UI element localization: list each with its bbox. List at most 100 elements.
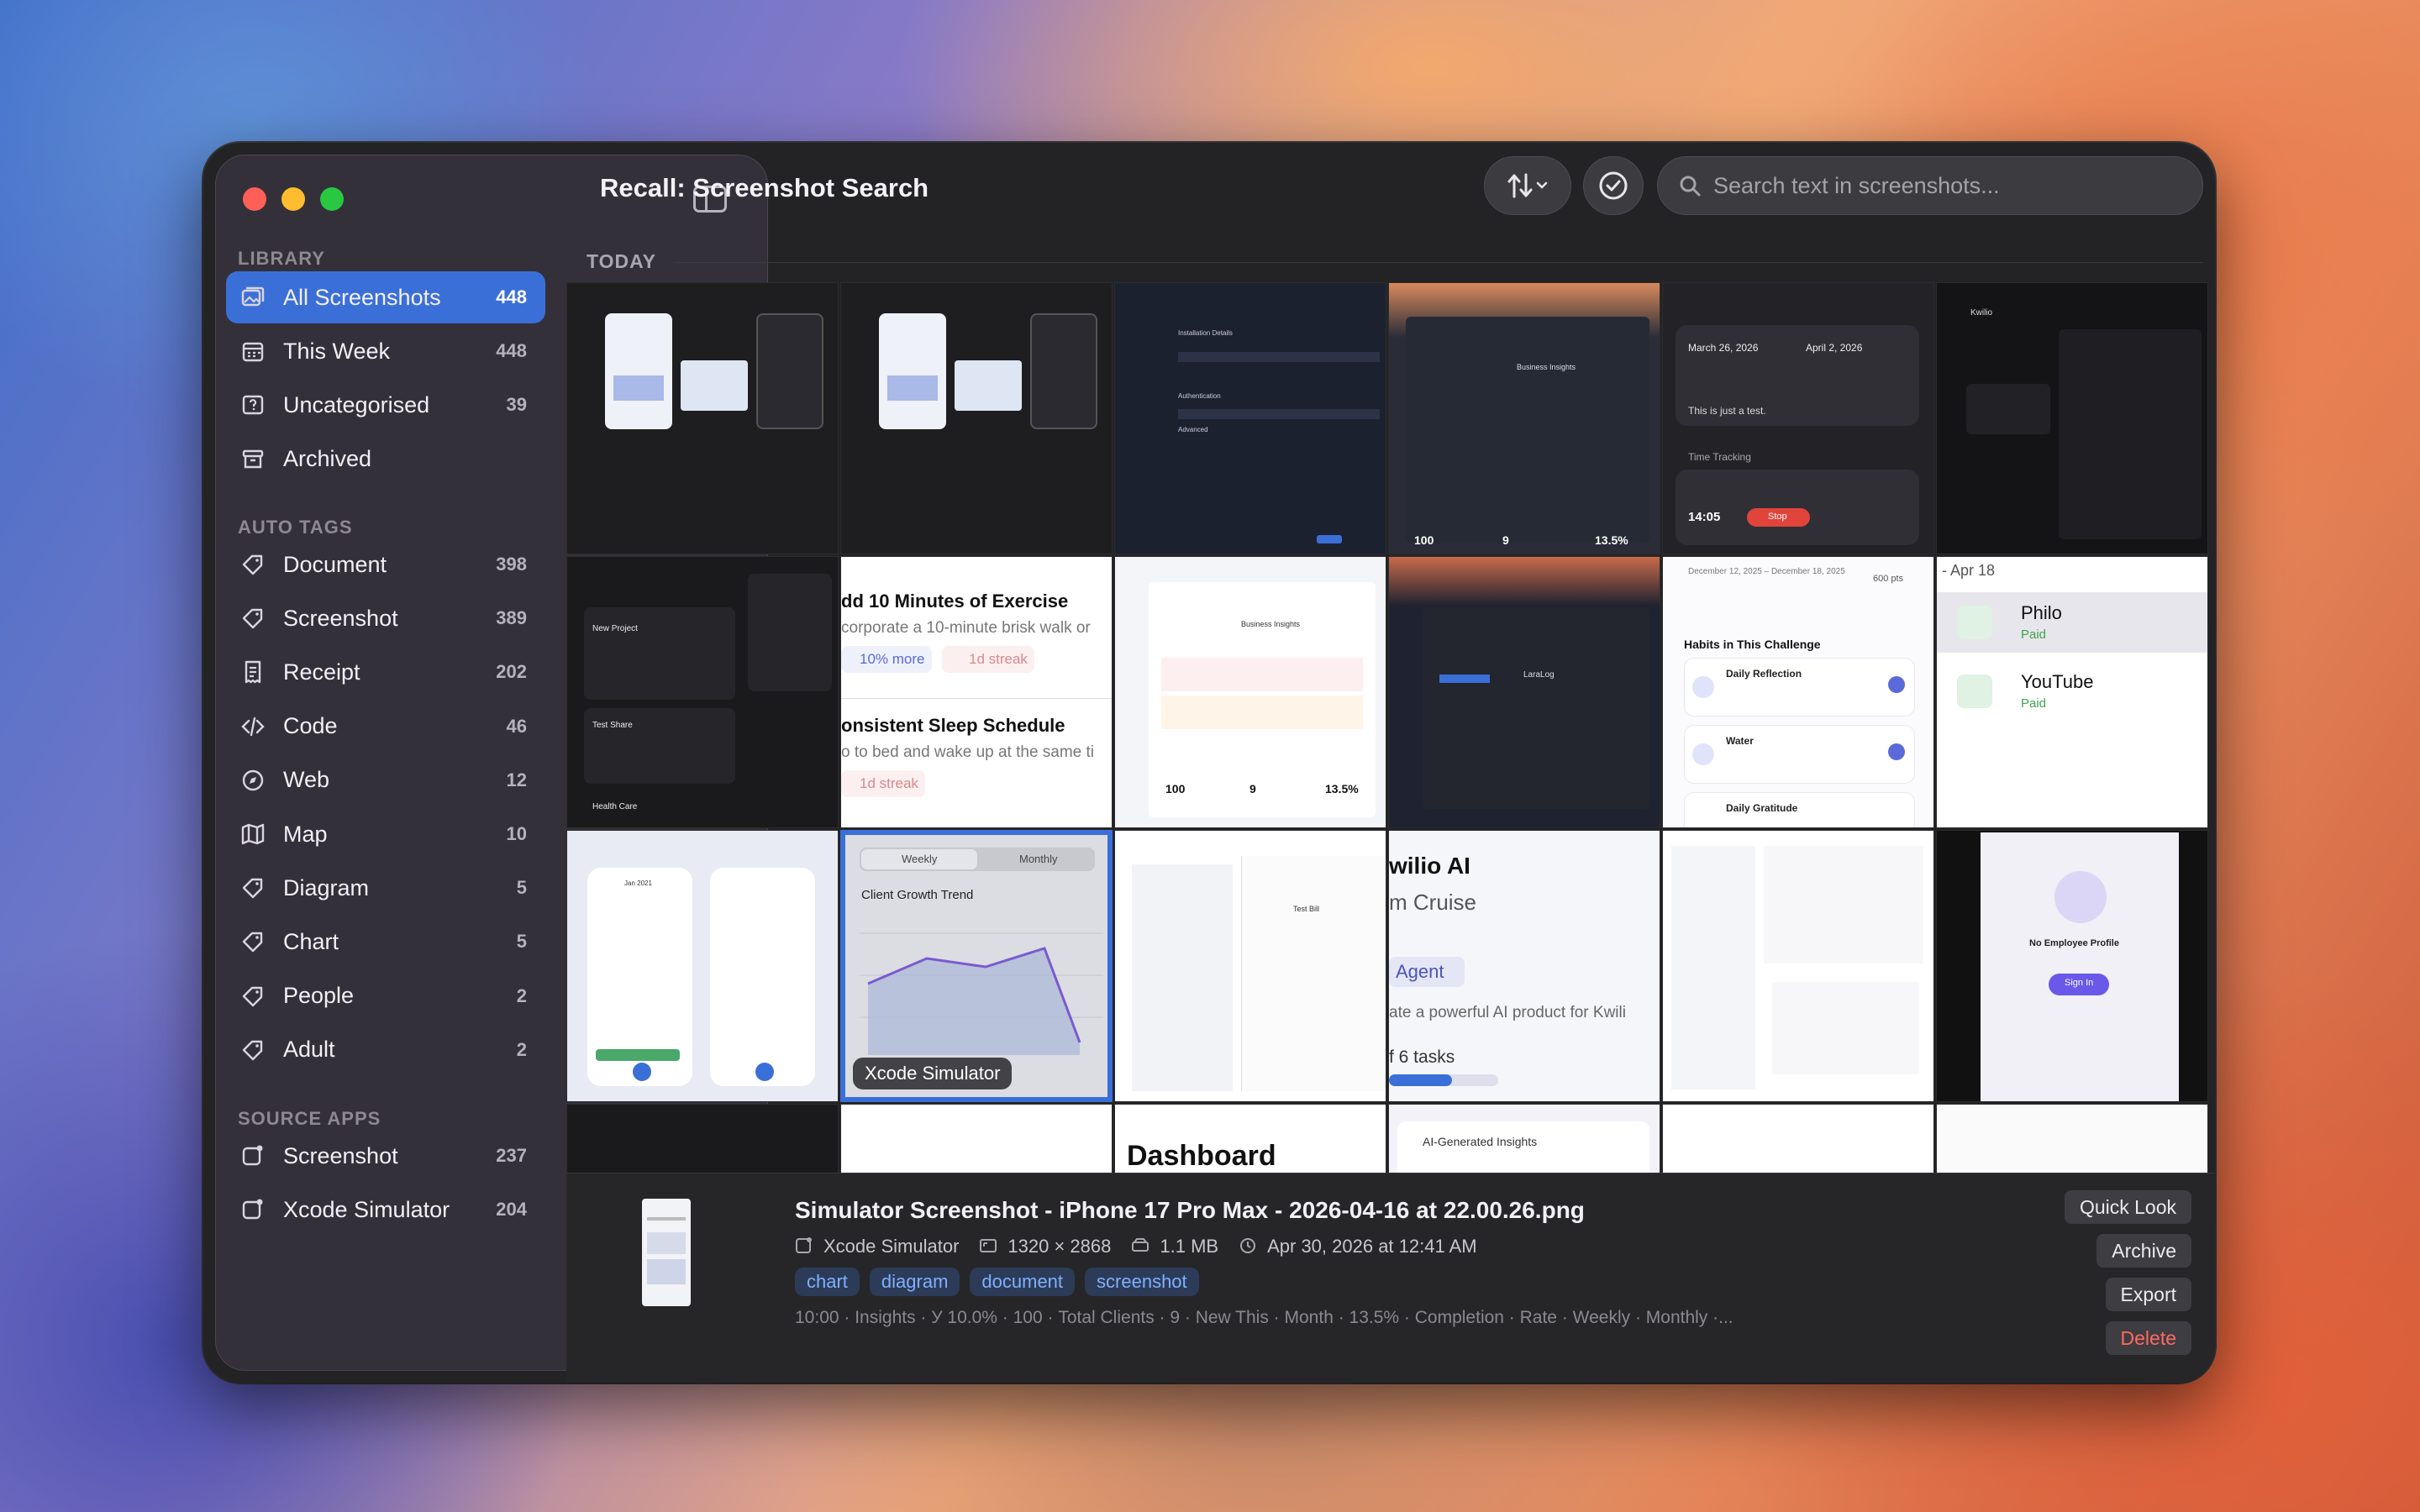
- map-icon: [226, 822, 280, 847]
- sidebar-tag-people[interactable]: People 2: [226, 970, 545, 1022]
- tag-chip[interactable]: diagram: [869, 1268, 960, 1296]
- screenshot-thumbnail[interactable]: [1662, 830, 1934, 1102]
- sidebar-tag-screenshot[interactable]: Screenshot 389: [226, 592, 545, 644]
- sidebar-tag-diagram[interactable]: Diagram 5: [226, 862, 545, 914]
- sidebar-source-xcode-simulator[interactable]: Xcode Simulator 204: [226, 1184, 545, 1236]
- app-icon: [795, 1236, 815, 1257]
- screenshot-thumbnail[interactable]: Jan 2021: [566, 830, 839, 1102]
- screenshot-thumbnail[interactable]: wilio AI m Cruise Agent ate a powerful A…: [1388, 830, 1660, 1102]
- sidebar-tag-web[interactable]: Web 12: [226, 754, 545, 806]
- detail-date: Apr 30, 2026 at 12:41 AM: [1267, 1236, 1477, 1257]
- screenshot-thumbnail[interactable]: No Employee Profile Sign In: [1936, 830, 2208, 1102]
- sidebar-item-count: 398: [496, 554, 527, 575]
- tag-chip[interactable]: document: [970, 1268, 1076, 1296]
- tag-chip[interactable]: chart: [795, 1268, 860, 1296]
- sidebar-item-count: 10: [506, 823, 527, 844]
- sidebar-item-label: Map: [283, 821, 328, 847]
- receipt-icon: [226, 659, 280, 685]
- sidebar-source-screenshot[interactable]: Screenshot 237: [226, 1130, 545, 1182]
- search-icon: [1678, 174, 1702, 197]
- thumb-text: 14:05: [1688, 510, 1721, 524]
- sidebar-item-label: Uncategorised: [283, 391, 430, 417]
- section-label-today: TODAY: [587, 250, 656, 272]
- sidebar-item-this-week[interactable]: This Week 448: [226, 325, 545, 377]
- thumb-text: Paid: [2021, 627, 2047, 642]
- delete-button[interactable]: Delete: [2105, 1321, 2191, 1355]
- thumb-text: AI-Generated Insights: [1423, 1135, 1538, 1148]
- sort-button[interactable]: [1484, 156, 1571, 215]
- screenshot-thumbnail[interactable]: LaraLog: [1388, 556, 1660, 828]
- screenshot-thumbnail[interactable]: - Apr 18 Philo Paid YouTube Paid: [1936, 556, 2208, 828]
- screenshot-thumbnail[interactable]: Installation Details Authentication Adva…: [1114, 282, 1386, 554]
- sidebar-item-count: 39: [506, 394, 527, 416]
- sidebar-item-archived[interactable]: Archived: [226, 433, 545, 486]
- thumb-text: Daily Reflection: [1726, 668, 1802, 680]
- screenshot-thumbnail[interactable]: Business Insights 100 9 13.5%: [1114, 556, 1386, 828]
- sidebar-item-count: 448: [496, 286, 527, 307]
- app-icon: [226, 1143, 280, 1168]
- thumb-text: April 2, 2026: [1806, 342, 1863, 354]
- tag-icon: [226, 606, 280, 631]
- clock-icon: [1239, 1236, 1259, 1257]
- screenshot-thumbnail[interactable]: [566, 282, 839, 554]
- thumb-text: Health Care: [592, 802, 638, 811]
- sidebar-item-all-screenshots[interactable]: All Screenshots 448: [226, 271, 545, 323]
- tag-icon: [226, 984, 280, 1009]
- export-button[interactable]: Export: [2105, 1278, 2191, 1311]
- sidebar-tag-code[interactable]: Code 46: [226, 701, 545, 753]
- thumb-text: 13.5%: [1325, 782, 1359, 795]
- window-controls: [243, 187, 344, 211]
- tag-icon: [226, 929, 280, 954]
- sidebar-tag-receipt[interactable]: Receipt 202: [226, 646, 545, 698]
- sidebar-item-label: Adult: [283, 1037, 335, 1063]
- section-label-auto-tags: AUTO TAGS: [238, 517, 353, 538]
- tag-chip[interactable]: screenshot: [1085, 1268, 1199, 1296]
- screenshot-thumbnail[interactable]: March 26, 2026 April 2, 2026 This is jus…: [1662, 282, 1934, 554]
- thumb-text: YouTube: [2021, 671, 2094, 692]
- screenshot-thumbnail[interactable]: Business Insights 100 9 13.5%: [1388, 282, 1660, 554]
- detail-dimensions: 1320 × 2868: [1007, 1236, 1112, 1257]
- screenshot-thumbnail-selected[interactable]: Weekly Monthly Client Growth Trend Xcode…: [840, 830, 1113, 1102]
- archive-button[interactable]: Archive: [2096, 1234, 2191, 1268]
- screenshot-thumbnail[interactable]: Test Bill: [1114, 830, 1386, 1102]
- thumb-text: Test Share: [592, 721, 633, 730]
- detail-preview-image[interactable]: [642, 1199, 691, 1306]
- select-mode-button[interactable]: [1583, 156, 1644, 215]
- screenshot-thumbnail[interactable]: New Project Test Share Health Care: [566, 556, 839, 828]
- thumb-text: dd 10 Minutes of Exercise: [841, 591, 1069, 612]
- thumb-text: December 12, 2025 – December 18, 2025: [1688, 567, 1845, 576]
- thumb-text: Sign In: [2065, 978, 2094, 988]
- thumb-text: Daily Gratitude: [1726, 802, 1798, 814]
- close-window-button[interactable]: [243, 187, 266, 211]
- quick-look-button[interactable]: Quick Look: [2064, 1190, 2191, 1224]
- app-icon: [226, 1197, 280, 1222]
- tag-icon: [226, 552, 280, 577]
- minimize-window-button[interactable]: [281, 187, 305, 211]
- screenshot-thumbnail[interactable]: Kwilio: [1936, 282, 2208, 554]
- thumb-text: corporate a 10-minute brisk walk or: [841, 619, 1091, 637]
- zoom-window-button[interactable]: [320, 187, 344, 211]
- sidebar-item-uncategorised[interactable]: Uncategorised 39: [226, 379, 545, 431]
- thumb-text: 100: [1414, 533, 1434, 547]
- sidebar-tag-document[interactable]: Document 398: [226, 538, 545, 591]
- app-window: LIBRARY All Screenshots 448 This Week 448 Un…: [203, 143, 2215, 1383]
- detail-filename: Simulator Screenshot - iPhone 17 Pro Max…: [795, 1197, 1585, 1223]
- detail-metadata: Xcode Simulator 1320 × 2868 1.1 MB Apr 3…: [795, 1236, 1477, 1257]
- screenshot-thumbnail[interactable]: [840, 282, 1113, 554]
- screenshot-thumbnail[interactable]: dd 10 Minutes of Exercise corporate a 10…: [840, 556, 1113, 828]
- sidebar-tag-chart[interactable]: Chart 5: [226, 916, 545, 968]
- screenshot-thumbnail[interactable]: December 12, 2025 – December 18, 2025 60…: [1662, 556, 1934, 828]
- sidebar-item-label: This Week: [283, 338, 391, 364]
- thumb-text: onsistent Sleep Schedule: [841, 715, 1065, 736]
- sidebar-tag-map[interactable]: Map 10: [226, 808, 545, 860]
- sidebar-item-count: 2: [516, 984, 527, 1006]
- tag-icon: [226, 875, 280, 900]
- search-field[interactable]: [1657, 156, 2203, 215]
- dimensions-icon: [979, 1236, 999, 1257]
- search-input[interactable]: [1713, 172, 2184, 199]
- sidebar-tag-adult[interactable]: Adult 2: [226, 1024, 545, 1076]
- thumb-text: o to bed and wake up at the same ti: [841, 743, 1095, 761]
- screenshot-grid: Installation Details Authentication Adva…: [566, 282, 2215, 1314]
- code-icon: [226, 714, 280, 739]
- sidebar-item-count: 12: [506, 769, 527, 790]
